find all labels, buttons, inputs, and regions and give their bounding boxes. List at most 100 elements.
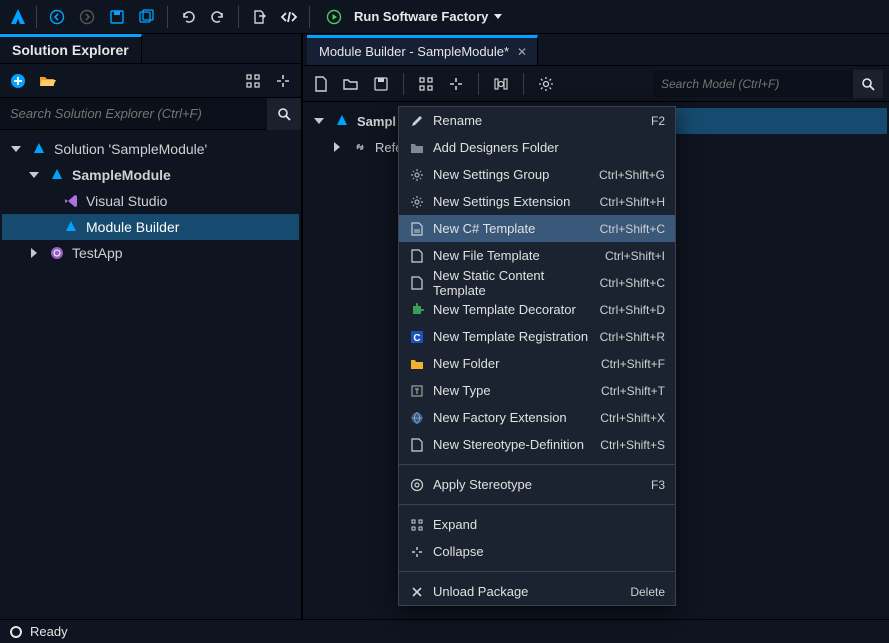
play-icon	[320, 3, 348, 31]
menu-item[interactable]: New Type Ctrl+Shift+T	[399, 377, 675, 404]
menu-item-shortcut: F2	[651, 114, 665, 128]
undo-button[interactable]	[174, 3, 202, 31]
redo-button[interactable]	[204, 3, 232, 31]
tree-row-vs[interactable]: Visual Studio	[2, 188, 299, 214]
file-icon	[409, 275, 425, 291]
model-root-label: Sampl	[357, 114, 396, 129]
save-doc-button[interactable]	[369, 72, 393, 96]
menu-item[interactable]: New File Template Ctrl+Shift+I	[399, 242, 675, 269]
open-button[interactable]	[339, 72, 363, 96]
module-icon	[333, 112, 351, 130]
globe-icon	[409, 410, 425, 426]
pencil-icon	[409, 113, 425, 129]
menu-item-label: New Template Registration	[433, 329, 592, 344]
menu-item[interactable]: Add Designers Folder	[399, 134, 675, 161]
tree-label: Solution 'SampleModule'	[54, 141, 207, 157]
save-all-button[interactable]	[133, 3, 161, 31]
tab-title: Module Builder - SampleModule*	[319, 44, 509, 59]
menu-item-label: Unload Package	[433, 584, 622, 599]
file-cs-icon	[409, 221, 425, 237]
status-text: Ready	[30, 624, 68, 639]
export-button[interactable]	[245, 3, 273, 31]
find-button[interactable]	[489, 72, 513, 96]
editor-tab[interactable]: Module Builder - SampleModule* ✕	[307, 35, 538, 65]
menu-item-apply-stereotype[interactable]: Apply StereotypeF3	[399, 471, 675, 498]
back-button[interactable]	[43, 3, 71, 31]
open-folder-button[interactable]	[36, 69, 60, 93]
menu-item-unload[interactable]: Unload Package Delete	[399, 578, 675, 605]
c-box-icon: C	[409, 329, 425, 345]
editor-panel: Module Builder - SampleModule* ✕	[303, 34, 889, 619]
menu-item[interactable]: New Static Content TemplateCtrl+Shift+C	[399, 269, 675, 296]
menu-item-label: New Settings Group	[433, 167, 591, 182]
menu-item-label: New Type	[433, 383, 593, 398]
solution-search-button[interactable]	[267, 98, 301, 130]
file-icon	[409, 248, 425, 264]
menu-item[interactable]: RenameF2	[399, 107, 675, 134]
expand-button[interactable]	[414, 72, 438, 96]
close-icon[interactable]: ✕	[517, 45, 527, 59]
tab-bar: Module Builder - SampleModule* ✕	[303, 34, 889, 66]
code-button[interactable]	[275, 3, 303, 31]
menu-item[interactable]: New Factory Extension Ctrl+Shift+X	[399, 404, 675, 431]
expand-all-button[interactable]	[241, 69, 265, 93]
collapse-all-button[interactable]	[271, 69, 295, 93]
menu-item[interactable]: C New Template Registration Ctrl+Shift+R	[399, 323, 675, 350]
status-indicator-icon	[10, 626, 22, 638]
editor-canvas: Sampl Refe RenameF2Add Designers FolderN…	[303, 102, 889, 619]
gear-icon	[409, 167, 425, 183]
chevron-down-icon	[314, 118, 324, 124]
save-button[interactable]	[103, 3, 131, 31]
menu-item-shortcut: Ctrl+Shift+F	[601, 357, 665, 371]
menu-item-shortcut: Ctrl+Shift+I	[605, 249, 665, 263]
module-builder-icon	[62, 218, 80, 236]
menu-item-shortcut: Ctrl+Shift+D	[600, 303, 665, 317]
menu-item-label: New File Template	[433, 248, 597, 263]
chevron-down-icon	[11, 146, 21, 152]
menu-item-shortcut: Ctrl+Shift+R	[600, 330, 665, 344]
menu-item-label: New Folder	[433, 356, 593, 371]
menu-item[interactable]: New Stereotype-Definition Ctrl+Shift+S	[399, 431, 675, 458]
menu-item[interactable]: New Settings ExtensionCtrl+Shift+H	[399, 188, 675, 215]
solution-search-input[interactable]	[0, 106, 267, 121]
link-icon	[351, 138, 369, 156]
forward-button[interactable]	[73, 3, 101, 31]
folder-yellow-icon	[409, 356, 425, 372]
chevron-right-icon	[334, 142, 340, 152]
menu-item[interactable]: New Settings GroupCtrl+Shift+G	[399, 161, 675, 188]
solution-explorer-title: Solution Explorer	[0, 34, 142, 63]
menu-item-shortcut: Delete	[630, 585, 665, 599]
solution-search	[0, 98, 301, 130]
folder-grey-icon	[409, 140, 425, 156]
new-file-button[interactable]	[309, 72, 333, 96]
run-button[interactable]: Run Software Factory	[320, 3, 502, 31]
model-search-input[interactable]	[653, 77, 853, 91]
settings-button[interactable]	[534, 72, 558, 96]
menu-item-collapse[interactable]: Collapse	[399, 538, 675, 565]
menu-item-shortcut: Ctrl+Shift+S	[600, 438, 665, 452]
app-logo	[6, 5, 30, 29]
tree-row-project[interactable]: SampleModule	[2, 162, 299, 188]
menu-item-shortcut: Ctrl+Shift+X	[600, 411, 665, 425]
project-icon	[48, 166, 66, 184]
collapse-button[interactable]	[444, 72, 468, 96]
type-icon	[409, 383, 425, 399]
gear-icon	[409, 194, 425, 210]
add-button[interactable]	[6, 69, 30, 93]
close-icon	[409, 584, 425, 600]
menu-item-shortcut: Ctrl+Shift+T	[601, 384, 665, 398]
menu-item-label: New Stereotype-Definition	[433, 437, 592, 452]
menu-item-label: New Static Content Template	[433, 268, 592, 298]
model-search-button[interactable]	[853, 70, 883, 98]
menu-item[interactable]: New C# TemplateCtrl+Shift+C	[399, 215, 675, 242]
tree-row-testapp[interactable]: TestApp	[2, 240, 299, 266]
menu-item[interactable]: New Folder Ctrl+Shift+F	[399, 350, 675, 377]
tree-row-module-builder[interactable]: Module Builder	[2, 214, 299, 240]
solution-explorer-toolbar	[0, 64, 301, 98]
menu-item-shortcut: Ctrl+Shift+C	[600, 222, 665, 236]
tree-row-solution[interactable]: Solution 'SampleModule'	[2, 136, 299, 162]
menu-item-expand[interactable]: Expand	[399, 511, 675, 538]
menu-item[interactable]: New Template DecoratorCtrl+Shift+D	[399, 296, 675, 323]
model-search	[653, 70, 883, 98]
menu-item-label: New Factory Extension	[433, 410, 592, 425]
